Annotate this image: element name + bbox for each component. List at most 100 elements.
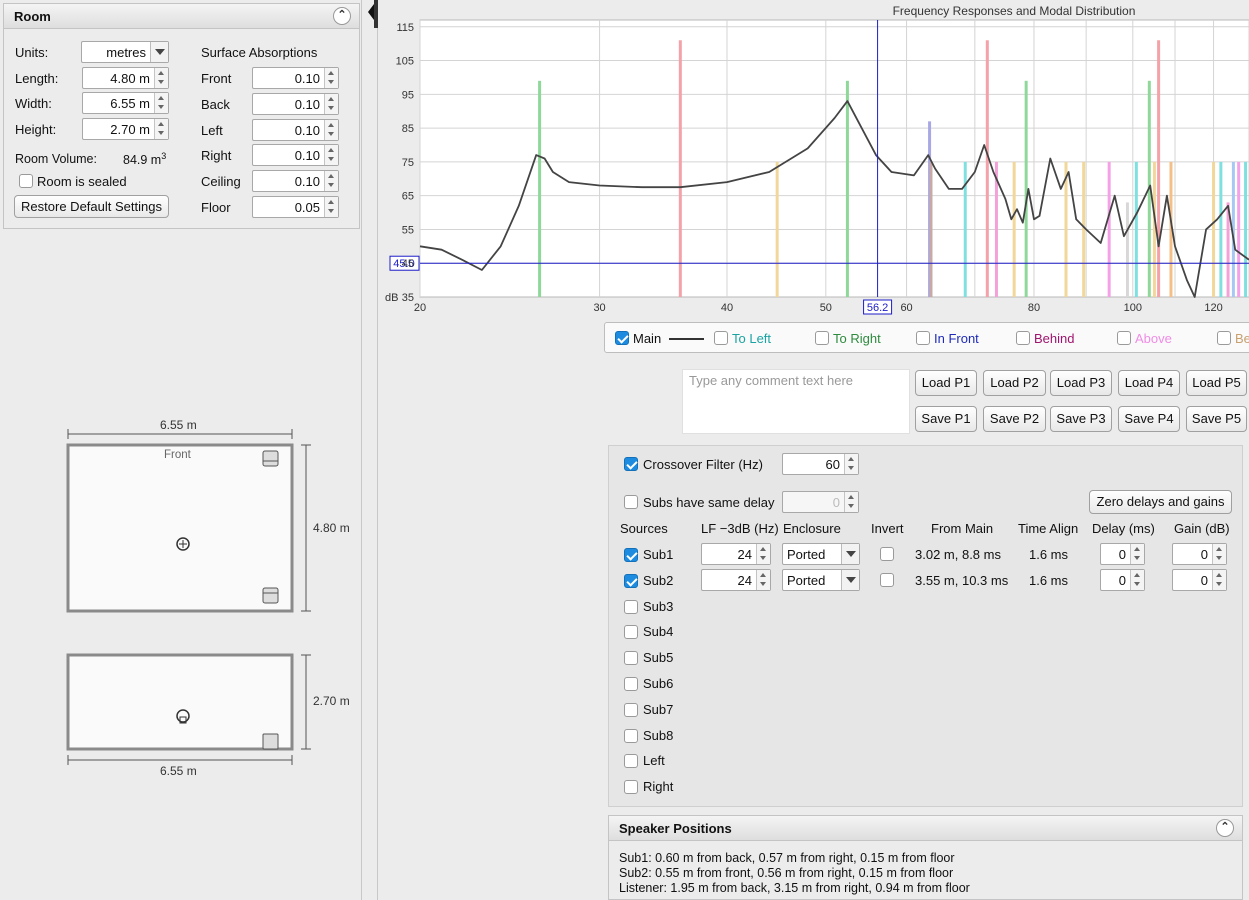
load-preset-5-button[interactable]: Load P5 xyxy=(1186,370,1247,396)
legend-label-in-front: In Front xyxy=(934,331,979,346)
sub1-enclosure-value: Ported xyxy=(787,547,826,562)
sub7-checkbox[interactable] xyxy=(624,702,638,717)
y-tick-label: 85 xyxy=(402,123,414,135)
crossover-label: Crossover Filter (Hz) xyxy=(643,457,763,472)
legend-checkbox-in-front[interactable] xyxy=(916,331,930,345)
positions-panel-header[interactable]: Speaker Positions ⌃ xyxy=(608,815,1243,841)
y-tick-label: 105 xyxy=(396,56,414,68)
sub6-checkbox[interactable] xyxy=(624,677,638,691)
sub7-label: Sub7 xyxy=(643,701,674,717)
crossover-checkbox[interactable] xyxy=(624,457,638,471)
zero-delays-gains-button[interactable]: Zero delays and gains xyxy=(1089,490,1232,514)
position-line: Listener: 1.95 m from back, 3.15 m from … xyxy=(619,881,970,895)
sub2-label: Sub2 xyxy=(643,572,674,588)
sub2-speaker-icon[interactable] xyxy=(262,587,279,604)
mode-line xyxy=(1107,161,1111,297)
save-preset-3-button[interactable]: Save P3 xyxy=(1050,406,1112,432)
crossover-spinner[interactable]: 60 xyxy=(782,453,859,475)
load-preset-3-button[interactable]: Load P3 xyxy=(1050,370,1112,396)
collapse-left-icon[interactable] xyxy=(362,0,378,30)
save-preset-5-button[interactable]: Save P5 xyxy=(1186,406,1247,432)
left-checkbox[interactable] xyxy=(624,754,638,769)
x-tick-label: 30 xyxy=(593,302,605,314)
sub4-checkbox[interactable] xyxy=(624,625,638,640)
frequency-response-chart[interactable]: 45.056.2 3545556575859510511520 30 40 50 60 8… xyxy=(378,0,1249,320)
legend-checkbox-behind[interactable] xyxy=(1016,331,1030,345)
sub1-gain-spinner[interactable]: 0 xyxy=(1172,543,1227,565)
save-preset-1-button[interactable]: Save P1 xyxy=(915,406,977,432)
plan-front-label: Front xyxy=(164,449,191,461)
sub1-checkbox[interactable] xyxy=(624,548,638,562)
load-preset-1-button[interactable]: Load P1 xyxy=(915,370,977,396)
stepper-icon[interactable] xyxy=(1130,569,1144,590)
crossover-value: 60 xyxy=(825,457,840,472)
sub2-gain-spinner[interactable]: 0 xyxy=(1172,568,1227,591)
sub1-enclosure-select[interactable]: Ported xyxy=(782,543,860,565)
sub4-label: Sub4 xyxy=(643,624,674,640)
sub2-checkbox[interactable] xyxy=(624,573,638,588)
stepper-icon[interactable] xyxy=(844,454,858,474)
stepper-icon xyxy=(844,492,858,512)
sub2-enclosure-select[interactable]: Ported xyxy=(782,568,860,591)
stepper-icon[interactable] xyxy=(756,544,770,564)
right-checkbox[interactable] xyxy=(624,780,638,795)
legend-label-to-left: To Left xyxy=(732,331,772,346)
legend-checkbox-to-right[interactable] xyxy=(815,331,829,345)
legend-checkbox-to-left[interactable] xyxy=(714,331,728,345)
mode-line xyxy=(1134,161,1138,297)
legend-label-above: Above xyxy=(1135,331,1172,346)
sub6-label: Sub6 xyxy=(643,676,674,691)
collapse-icon[interactable]: ⌃ xyxy=(1216,819,1234,837)
sub-side-icon[interactable] xyxy=(262,733,279,750)
legend-label-behind: Behind xyxy=(1034,331,1075,346)
sub5-checkbox[interactable] xyxy=(624,651,638,666)
sub2-lf-spinner[interactable]: 24 xyxy=(701,568,771,591)
legend-label-to-right: To Right xyxy=(833,331,881,346)
sub2-invert-checkbox[interactable] xyxy=(880,572,894,587)
sub1-speaker-icon[interactable] xyxy=(262,450,279,467)
save-preset-4-button[interactable]: Save P4 xyxy=(1118,406,1180,432)
sub1-lf-spinner[interactable]: 24 xyxy=(701,543,771,565)
load-preset-4-button[interactable]: Load P4 xyxy=(1118,370,1180,396)
stepper-icon[interactable] xyxy=(756,569,770,590)
y-tick-label: 75 xyxy=(402,157,414,169)
stepper-icon[interactable] xyxy=(1212,569,1226,590)
sub3-checkbox[interactable] xyxy=(624,599,638,614)
legend-checkbox-be[interactable] xyxy=(1217,331,1231,345)
sub1-invert-checkbox[interactable] xyxy=(880,547,894,561)
column-header-5: Time Align xyxy=(1018,521,1079,536)
mode-line xyxy=(1064,161,1068,297)
x-tick-label: 40 xyxy=(721,302,733,314)
save-preset-2-button[interactable]: Save P2 xyxy=(983,406,1046,432)
column-header-2: Enclosure xyxy=(783,521,841,536)
sub1-gain-spinner-value: 0 xyxy=(1200,547,1208,562)
sub2-delay-spinner[interactable]: 0 xyxy=(1100,568,1145,591)
same-delay-checkbox[interactable] xyxy=(624,495,638,509)
legend-checkbox-above[interactable] xyxy=(1117,331,1131,345)
mode-line xyxy=(538,80,542,298)
x-tick-label: 20 xyxy=(414,302,426,314)
stepper-icon[interactable] xyxy=(1130,544,1144,564)
sub1-delay-spinner[interactable]: 0 xyxy=(1100,543,1145,565)
cursor-x-value: 56.2 xyxy=(867,302,888,314)
side-view-room xyxy=(66,653,294,751)
sub2-gain-spinner-value: 0 xyxy=(1200,572,1208,588)
legend-checkbox-main[interactable] xyxy=(615,331,629,345)
sub1-time-align: 1.6 ms xyxy=(1029,547,1069,562)
column-header-7: Gain (dB) xyxy=(1174,521,1230,536)
comment-input[interactable]: Type any comment text here xyxy=(682,369,910,434)
load-preset-2-button[interactable]: Load P2 xyxy=(983,370,1046,396)
positions-title: Speaker Positions xyxy=(619,821,732,836)
legend-line-swatch xyxy=(669,338,704,340)
sub8-checkbox[interactable] xyxy=(624,728,638,743)
stepper-icon[interactable] xyxy=(1212,544,1226,564)
x-tick-label: 60 xyxy=(900,302,912,314)
y-tick-label: 45 xyxy=(402,258,414,270)
left-panel: Room ⌃ Units: metres Length: 4.80 m Widt… xyxy=(0,0,362,900)
elev-height-label: 2.70 m xyxy=(313,694,350,708)
mode-line xyxy=(1157,40,1161,298)
mode-line xyxy=(1082,161,1086,297)
panel-splitter[interactable] xyxy=(362,0,378,900)
comment-placeholder: Type any comment text here xyxy=(689,373,854,388)
sub2-time-align: 1.6 ms xyxy=(1029,572,1069,588)
